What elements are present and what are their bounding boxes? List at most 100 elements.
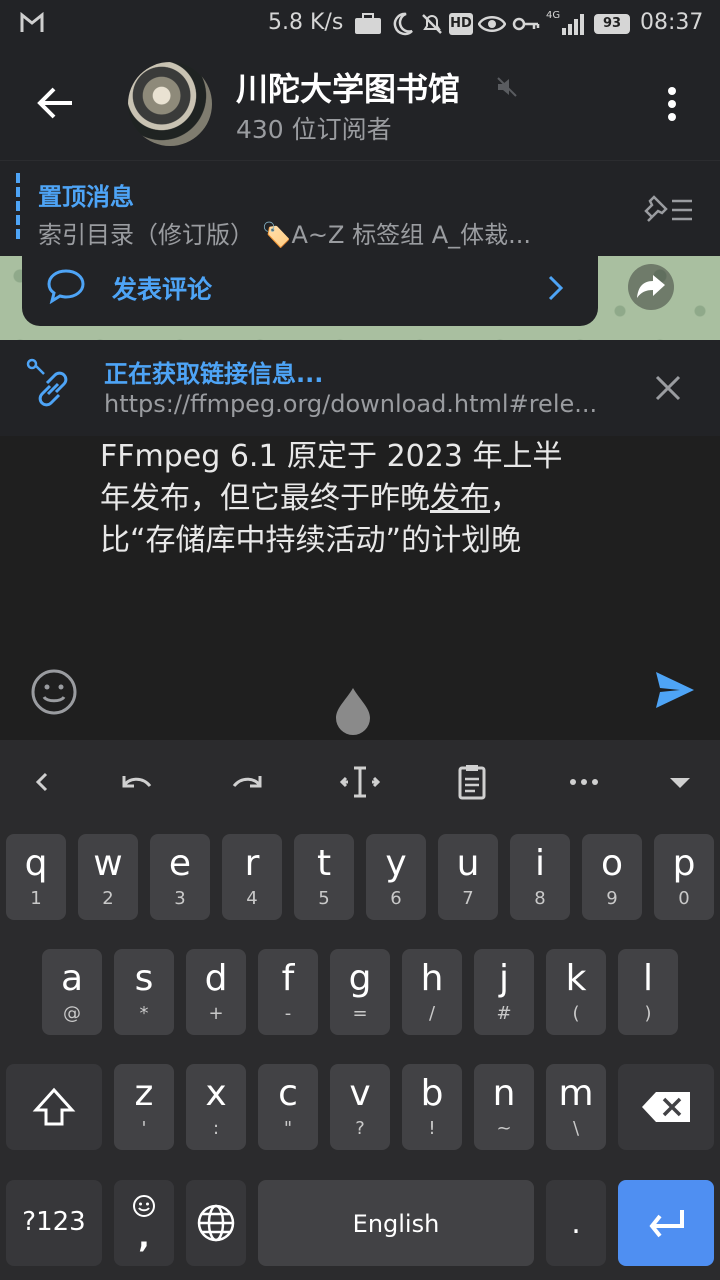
subscriber-count: 430 位订阅者: [236, 115, 392, 144]
channel-title[interactable]: 川陀大学图书馆: [236, 64, 460, 110]
key-secondary: *: [139, 1003, 149, 1024]
chat-header: 川陀大学图书馆 430 位订阅者: [0, 48, 720, 160]
key-letter: t: [316, 843, 332, 884]
key-letter: n: [492, 1073, 516, 1114]
key-secondary: ?: [355, 1118, 365, 1139]
key-c[interactable]: c ": [258, 1064, 318, 1150]
key-t[interactable]: t5: [294, 834, 354, 920]
key-n[interactable]: n ~: [474, 1064, 534, 1150]
key-secondary: \: [572, 1118, 580, 1139]
message-line-2-suffix: ，: [490, 481, 520, 516]
key-secondary: (: [572, 1003, 580, 1024]
key-letter: k: [565, 958, 587, 999]
key-secondary: 2: [102, 888, 114, 909]
key-o[interactable]: o9: [582, 834, 642, 920]
enter-icon: [649, 1210, 684, 1238]
space-key[interactable]: English: [258, 1180, 534, 1266]
back-arrow-icon[interactable]: [36, 86, 74, 120]
symbols-key[interactable]: ?123: [6, 1180, 102, 1266]
key-u[interactable]: u7: [438, 834, 498, 920]
eye-icon: [478, 16, 506, 32]
key-m[interactable]: m \: [546, 1064, 606, 1150]
channel-avatar[interactable]: [128, 62, 212, 146]
key-secondary: 4: [246, 888, 258, 909]
message-line-3: 比“存储库中持续活动”的计划晚: [100, 523, 522, 558]
pinned-message-bar[interactable]: 置顶消息 索引目录（修订版） 🏷️A~Z 标签组 A_体裁...: [0, 160, 720, 257]
cursor-handle-icon[interactable]: [332, 686, 374, 736]
shift-icon: [32, 1087, 76, 1126]
key-s[interactable]: s *: [114, 949, 174, 1035]
key-p[interactable]: p0: [654, 834, 714, 920]
key-letter: m: [558, 1073, 594, 1114]
link-preview-panel: 正在获取链接信息... https://ffmpeg.org/download.…: [0, 340, 720, 436]
message-input[interactable]: FFmpeg 6.1 原定于 2023 年上半 年发布，但它最终于昨晚发布， 比…: [100, 436, 640, 562]
key-r[interactable]: r4: [222, 834, 282, 920]
cursor-move-icon[interactable]: [338, 762, 382, 802]
clipboard-icon[interactable]: [450, 762, 494, 802]
collapse-keyboard-icon[interactable]: [658, 762, 702, 802]
backspace-key[interactable]: [618, 1064, 714, 1150]
signal-icon: [562, 14, 584, 35]
comment-bar[interactable]: [22, 256, 598, 326]
emoji-icon[interactable]: [30, 668, 78, 716]
key-letter: p: [672, 843, 696, 884]
key-z[interactable]: z ': [114, 1064, 174, 1150]
key-d[interactable]: d +: [186, 949, 246, 1035]
key-a[interactable]: a @: [42, 949, 102, 1035]
status-bar: 5.8 K/s HD 4G 93 08:37: [0, 0, 720, 48]
chevron-left-icon[interactable]: [28, 762, 72, 802]
key-letter: x: [205, 1073, 227, 1114]
key-w[interactable]: w2: [78, 834, 138, 920]
key-letter: e: [168, 843, 192, 884]
key-secondary: @: [63, 1003, 81, 1024]
pinned-list-icon[interactable]: [644, 193, 694, 225]
more-options-icon[interactable]: [660, 86, 684, 122]
key-secondary: ": [283, 1118, 293, 1139]
key-letter: h: [420, 958, 444, 999]
message-line-1: FFmpeg 6.1 原定于 2023 年上半: [100, 439, 563, 474]
shift-key[interactable]: [6, 1064, 102, 1150]
key-l[interactable]: l): [618, 949, 678, 1035]
comma-emoji-key[interactable]: ,: [114, 1180, 174, 1266]
key-v[interactable]: v?: [330, 1064, 390, 1150]
key-x[interactable]: x:: [186, 1064, 246, 1150]
key-secondary: #: [496, 1003, 512, 1024]
language-key[interactable]: [186, 1180, 246, 1266]
enter-key[interactable]: [618, 1180, 714, 1266]
key-e[interactable]: e3: [150, 834, 210, 920]
key-letter: c: [278, 1073, 298, 1114]
key-letter: f: [281, 958, 295, 999]
key-b[interactable]: b!: [402, 1064, 462, 1150]
share-arrow-icon: [637, 275, 665, 298]
pinned-title: 置顶消息: [38, 183, 134, 211]
key-letter: b: [420, 1073, 444, 1114]
key-y[interactable]: y6: [366, 834, 426, 920]
send-icon[interactable]: [654, 670, 696, 710]
key-letter: i: [534, 843, 545, 884]
link-icon: [26, 358, 68, 407]
pinned-indicator: [16, 173, 20, 241]
key-h[interactable]: h /: [402, 949, 462, 1035]
period-key[interactable]: .: [546, 1180, 606, 1266]
key-secondary: 8: [534, 888, 546, 909]
network-type: 4G: [546, 10, 561, 21]
comment-label[interactable]: 发表评论: [112, 270, 212, 306]
network-speed: 5.8 K/s: [268, 10, 344, 35]
key-j[interactable]: j #: [474, 949, 534, 1035]
more-horizontal-icon[interactable]: [562, 762, 606, 802]
key-f[interactable]: f-: [258, 949, 318, 1035]
space-key-label: English: [352, 1210, 440, 1238]
key-g[interactable]: g =: [330, 949, 390, 1035]
key-secondary: ': [141, 1118, 147, 1139]
key-secondary: ): [644, 1003, 652, 1024]
key-i[interactable]: i8: [510, 834, 570, 920]
moon-icon: [393, 12, 413, 36]
undo-icon[interactable]: [114, 762, 158, 802]
key-q[interactable]: q1: [6, 834, 66, 920]
close-preview-icon[interactable]: [654, 374, 682, 402]
key-k[interactable]: k(: [546, 949, 606, 1035]
share-button[interactable]: [628, 264, 674, 310]
message-link-word: 发布: [430, 481, 490, 516]
briefcase-icon: [355, 13, 381, 34]
redo-icon[interactable]: [226, 762, 270, 802]
